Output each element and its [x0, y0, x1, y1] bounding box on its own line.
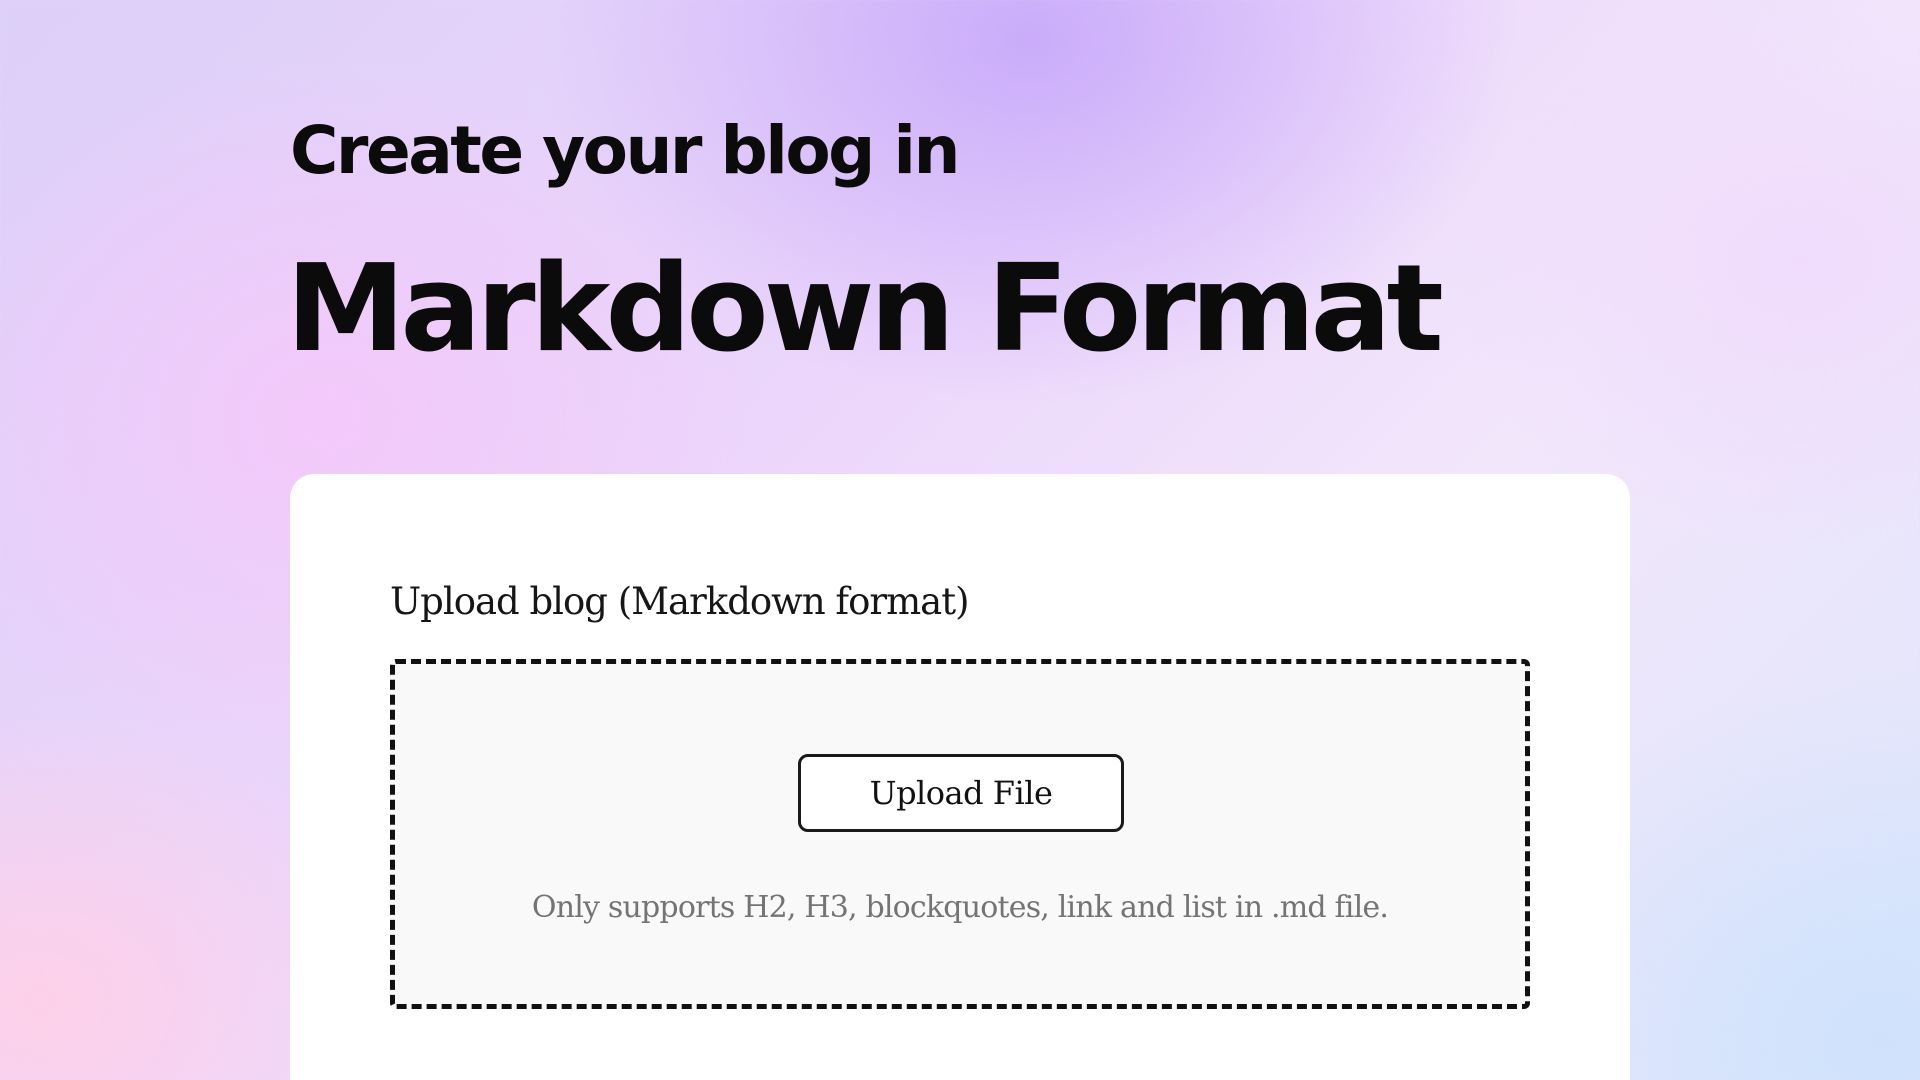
upload-card: Upload blog (Markdown format) Upload Fil…	[290, 474, 1630, 1080]
upload-label: Upload blog (Markdown format)	[390, 580, 970, 623]
upload-hint: Only supports H2, H3, blockquotes, link …	[531, 890, 1389, 925]
upload-file-button[interactable]: Upload File	[798, 754, 1124, 832]
file-dropzone[interactable]: Upload File Only supports H2, H3, blockq…	[390, 659, 1530, 1009]
hero-heading: Markdown Format	[286, 240, 1444, 379]
hero-subheading: Create your blog in	[290, 112, 961, 189]
